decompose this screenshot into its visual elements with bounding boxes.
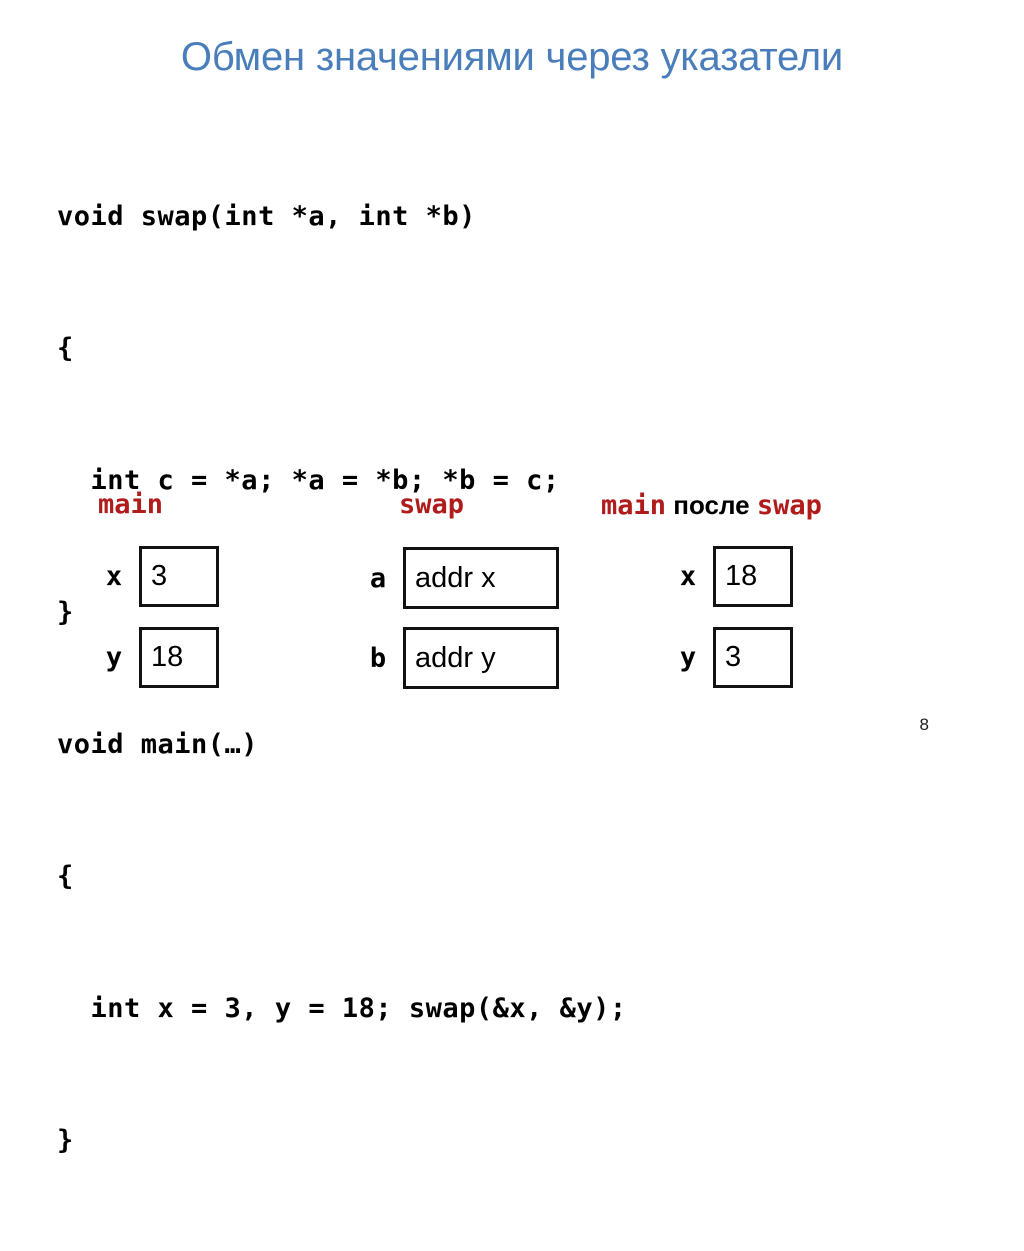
code-line: } <box>57 1125 74 1156</box>
variable-label: x <box>105 561 123 592</box>
code-line: void main(…) <box>57 729 259 760</box>
variable-row-y-before: y 18 <box>103 627 219 688</box>
variable-value-box: addr y <box>403 627 559 689</box>
column-header-swap: swap <box>399 488 464 522</box>
column-header-main-after: main после swap <box>601 488 822 523</box>
variable-value-box: 18 <box>713 546 793 607</box>
code-line: int x = 3, y = 18; swap(&x, &y); <box>57 993 627 1024</box>
page-title: Обмен значениями через указатели <box>180 34 844 79</box>
variable-label: a <box>369 562 387 594</box>
column-header-code-2: swap <box>756 490 822 521</box>
variable-label: y <box>679 642 697 673</box>
variable-row-x-after: x 18 <box>677 546 793 607</box>
variable-value-box: 18 <box>139 627 219 688</box>
code-line: void swap(int *a, int *b) <box>57 201 476 232</box>
column-header-code: main <box>601 490 667 521</box>
memory-diagram: main x 3 y 18 swap a addr x b addr y mai… <box>0 470 1024 710</box>
page-number: 8 <box>919 715 929 734</box>
variable-row-b: b addr y <box>367 627 559 689</box>
variable-value-box: addr x <box>403 547 559 609</box>
slide: Обмен значениями через указатели void sw… <box>0 0 1024 1156</box>
variable-value-box: 3 <box>139 546 219 607</box>
variable-label: b <box>369 642 387 674</box>
column-header-main-before: main <box>98 488 163 522</box>
column-header-plain: после <box>666 490 757 520</box>
variable-row-a: a addr x <box>367 547 559 609</box>
variable-value-box: 3 <box>713 627 793 688</box>
code-line: { <box>57 333 74 364</box>
code-line: { <box>57 861 74 892</box>
variable-label: x <box>679 561 697 592</box>
column-header-code: swap <box>399 489 465 520</box>
variable-row-y-after: y 3 <box>677 627 793 688</box>
variable-row-x-before: x 3 <box>103 546 219 607</box>
column-header-code: main <box>98 489 164 520</box>
variable-label: y <box>105 642 123 673</box>
